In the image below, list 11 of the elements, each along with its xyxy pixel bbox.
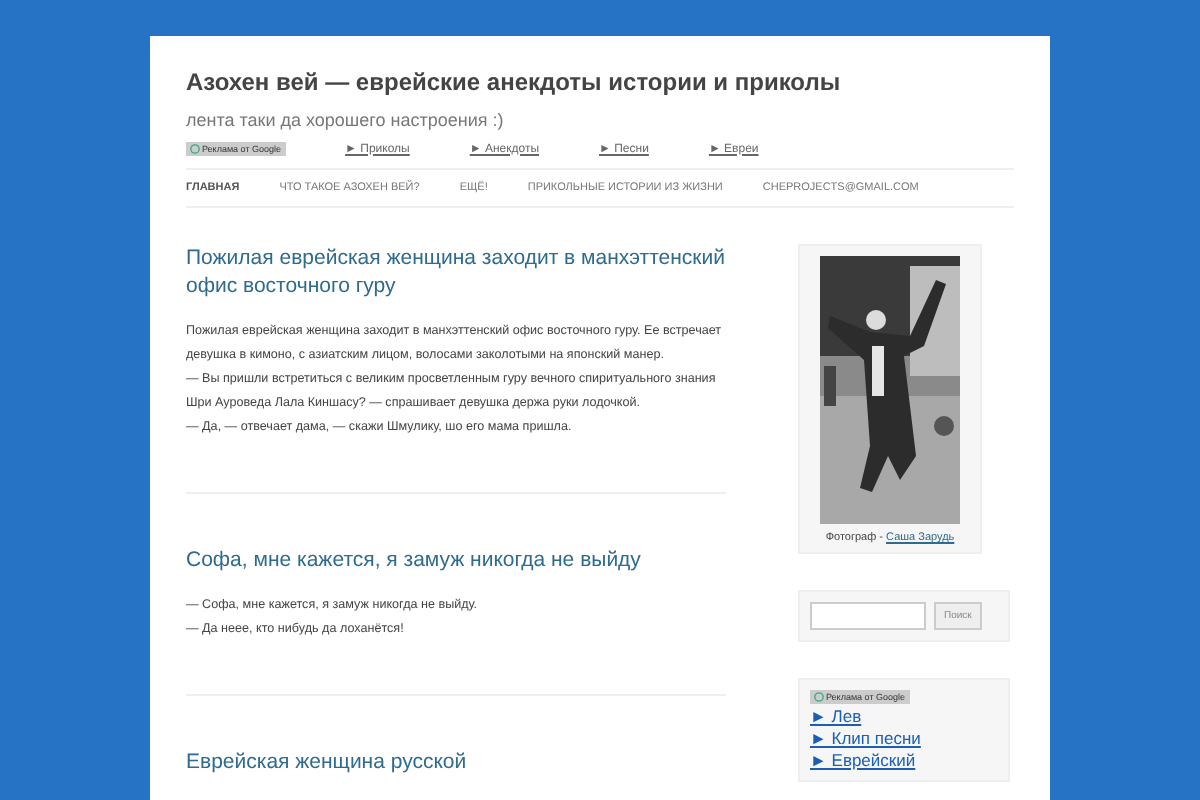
ad-link[interactable]: ► Лев [810,706,862,726]
info-icon [190,144,200,154]
ad-link[interactable]: ► Клип песни [810,728,921,748]
site-tagline: лента таки да хорошего настроения :) [186,110,506,130]
site-title[interactable]: Азохен вей — еврейские анекдоты истории и приколы [186,68,1014,96]
post-title[interactable]: Еврейская женщина русской [186,748,726,776]
search-field[interactable] [810,602,926,630]
info-icon [814,692,824,702]
post-title[interactable]: Софа, мне кажется, я замуж никогда не выйду [186,546,726,574]
post-title[interactable]: Пожилая еврейская женщина заходит в манхэттенский офис восточного гуру [186,244,726,300]
ad-link[interactable]: ► Еврейский [810,750,916,770]
